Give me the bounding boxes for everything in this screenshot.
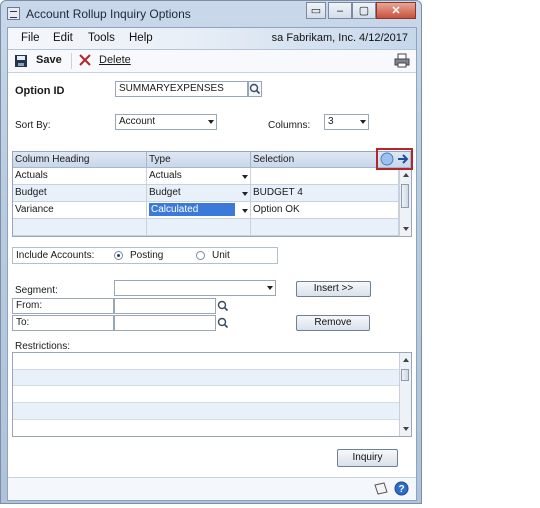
restrictions-list[interactable] <box>12 352 412 437</box>
menu-edit[interactable]: Edit <box>53 32 73 44</box>
empty-row[interactable] <box>147 219 251 236</box>
toolbar: Save Delete <box>8 50 416 73</box>
close-button[interactable]: ✕ <box>376 2 416 19</box>
chevron-down-icon <box>208 120 214 124</box>
window-title: Account Rollup Inquiry Options <box>26 7 191 21</box>
company-info: sa Fabrikam, Inc. 4/12/2017 <box>271 32 408 44</box>
note-icon[interactable] <box>374 482 388 495</box>
application-window: Account Rollup Inquiry Options ▭ – ▢ ✕ F… <box>0 0 422 504</box>
delete-label: Delete <box>99 54 131 66</box>
from-lookup-icon[interactable] <box>216 298 230 314</box>
chevron-down-icon <box>267 286 273 290</box>
minimize-button[interactable]: – <box>328 2 352 19</box>
show-details-icon[interactable] <box>380 152 394 166</box>
title-bar[interactable]: Account Rollup Inquiry Options ▭ – ▢ ✕ <box>1 1 421 27</box>
empty-row[interactable] <box>251 219 399 236</box>
maximize-button[interactable]: ▢ <box>352 2 376 19</box>
option-id-field[interactable]: SUMMARYEXPENSES <box>115 81 248 97</box>
menu-tools[interactable]: Tools <box>88 32 115 44</box>
unit-label: Unit <box>212 250 230 261</box>
option-id-label: Option ID <box>15 85 65 97</box>
to-lookup-icon[interactable] <box>216 315 230 331</box>
sort-by-label: Sort By: <box>15 120 51 131</box>
delete-icon <box>79 54 91 66</box>
cell-selection[interactable] <box>251 168 399 185</box>
chevron-down-icon <box>360 120 366 124</box>
cell-type[interactable]: Budget <box>147 185 251 202</box>
restrictions-scrollbar[interactable] <box>399 353 411 436</box>
window-icon <box>7 7 20 20</box>
chevron-down-icon <box>242 175 248 179</box>
save-button[interactable]: Save <box>14 54 62 71</box>
include-accounts-group: Include Accounts: Posting Unit <box>12 247 278 264</box>
from-field[interactable] <box>114 298 216 314</box>
chevron-down-icon <box>242 192 248 196</box>
menu-file[interactable]: File <box>21 32 40 44</box>
sort-by-dropdown[interactable]: Account <box>115 114 217 130</box>
scroll-thumb[interactable] <box>401 369 409 381</box>
to-field[interactable] <box>114 315 216 331</box>
help-icon[interactable]: ? <box>394 481 409 496</box>
columns-label: Columns: <box>268 120 311 131</box>
form-body: File Edit Tools Help sa Fabrikam, Inc. 4… <box>7 27 417 501</box>
list-item[interactable] <box>13 403 399 420</box>
columns-grid: Column Heading Type Selection Actuals Ac… <box>12 151 412 237</box>
grid-scrollbar[interactable] <box>399 168 411 236</box>
to-label: To: <box>16 317 30 328</box>
from-label-cell: From: <box>12 298 114 314</box>
sort-by-value: Account <box>119 116 156 127</box>
columns-dropdown[interactable]: 3 <box>324 114 369 130</box>
inquiry-button[interactable]: Inquiry <box>337 449 398 467</box>
segment-label: Segment: <box>15 285 58 296</box>
menu-bar: File Edit Tools Help sa Fabrikam, Inc. 4… <box>8 28 416 50</box>
cell-heading[interactable]: Budget <box>13 185 147 202</box>
empty-row[interactable] <box>13 219 147 236</box>
save-label: Save <box>36 54 62 66</box>
restore-icon[interactable]: ▭ <box>306 2 326 19</box>
delete-button[interactable]: Delete <box>79 54 131 69</box>
column-header-type[interactable]: Type <box>147 152 251 168</box>
segment-dropdown[interactable] <box>114 280 276 296</box>
chevron-down-icon <box>242 209 248 213</box>
posting-label: Posting <box>130 250 164 261</box>
column-header-heading[interactable]: Column Heading <box>13 152 147 168</box>
menu-help[interactable]: Help <box>129 32 153 44</box>
restrictions-label: Restrictions: <box>15 341 71 352</box>
to-label-cell: To: <box>12 315 114 331</box>
unit-radio[interactable] <box>196 251 205 260</box>
cell-type-value: Actuals <box>149 170 182 181</box>
from-label: From: <box>16 300 43 311</box>
option-id-lookup-icon[interactable] <box>248 81 262 97</box>
list-item[interactable] <box>13 369 399 386</box>
scroll-thumb[interactable] <box>401 184 409 208</box>
remove-button[interactable]: Remove <box>296 315 370 331</box>
posting-radio[interactable] <box>114 251 123 260</box>
scroll-up-icon[interactable] <box>403 173 409 177</box>
scroll-up-icon[interactable] <box>403 358 409 362</box>
svg-text:?: ? <box>398 484 404 495</box>
scroll-down-icon[interactable] <box>403 427 409 431</box>
list-item[interactable] <box>13 353 399 370</box>
toolbar-separator <box>71 53 72 69</box>
cell-type[interactable]: Actuals <box>147 168 251 185</box>
columns-value: 3 <box>328 116 334 127</box>
cell-heading[interactable]: Actuals <box>13 168 147 185</box>
cell-type-value: Budget <box>149 187 181 198</box>
insert-button[interactable]: Insert >> <box>296 281 371 297</box>
print-icon[interactable] <box>394 53 410 68</box>
status-bar: ? <box>8 477 416 500</box>
scroll-down-icon[interactable] <box>403 227 409 231</box>
cell-type-value: Calculated <box>149 203 235 216</box>
cell-selection[interactable]: BUDGET 4 <box>251 185 399 202</box>
cell-heading[interactable]: Variance <box>13 202 147 219</box>
save-icon <box>15 55 27 67</box>
expand-arrow-icon[interactable] <box>396 152 410 166</box>
cell-selection[interactable]: Option OK <box>251 202 399 219</box>
list-item[interactable] <box>13 386 399 403</box>
cell-type[interactable]: Calculated <box>147 202 251 219</box>
include-accounts-label: Include Accounts: <box>16 250 95 261</box>
